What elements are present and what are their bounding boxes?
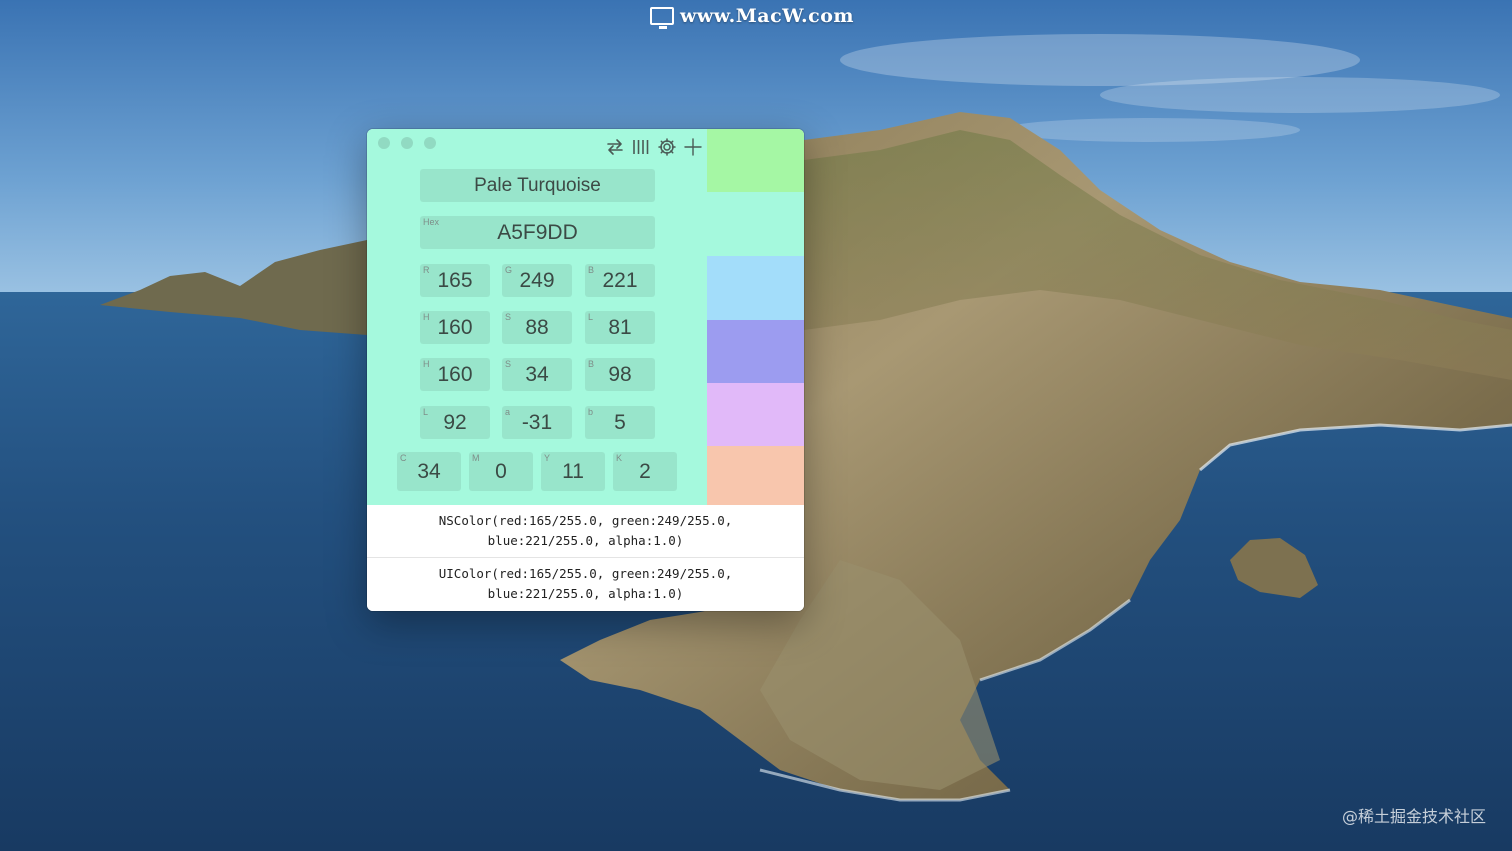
watermark-text: www.MacW.com: [680, 5, 855, 27]
hex-field[interactable]: Hex A5F9DD: [420, 216, 655, 249]
field-label: H: [423, 359, 430, 369]
field-label: b: [588, 407, 594, 417]
field-value: 88: [525, 315, 549, 339]
nscolor-code[interactable]: NSColor(red:165/255.0, green:249/255.0, …: [367, 505, 804, 557]
cmyk-key-field[interactable]: K 2: [613, 452, 677, 491]
field-value: 160: [437, 362, 473, 386]
field-label: G: [505, 265, 513, 275]
field-value: 11: [562, 459, 584, 483]
field-label: L: [588, 312, 594, 322]
site-watermark: www.MacW.com: [650, 4, 855, 29]
swatch-light-blue[interactable]: [707, 256, 804, 320]
field-label: Y: [544, 453, 551, 463]
palette-swatches: [707, 129, 804, 505]
close-window-button[interactable]: [378, 137, 390, 149]
field-value: 98: [608, 362, 632, 386]
hsl-lightness-field[interactable]: L 81: [585, 311, 655, 344]
uicolor-code[interactable]: UIColor(red:165/255.0, green:249/255.0, …: [367, 558, 804, 610]
field-value: 92: [443, 410, 467, 434]
plus-icon[interactable]: [682, 136, 704, 158]
field-label: H: [423, 312, 430, 322]
rgb-blue-field[interactable]: B 221: [585, 264, 655, 297]
zoom-window-button[interactable]: [424, 137, 436, 149]
field-value: 81: [608, 315, 632, 339]
field-label: R: [423, 265, 430, 275]
minimize-window-button[interactable]: [401, 137, 413, 149]
swap-arrows-icon[interactable]: [604, 136, 626, 158]
field-value: 5: [614, 410, 626, 434]
field-value: 221: [602, 268, 638, 292]
code-text: blue:221/255.0, alpha:1.0): [487, 586, 684, 601]
field-label: C: [400, 453, 407, 463]
color-preview-panel: Pale Turquoise Hex A5F9DD R 165 G 249 B …: [367, 129, 707, 505]
field-value: -31: [521, 410, 553, 434]
field-label: S: [505, 312, 512, 322]
field-value: 2: [639, 459, 651, 483]
field-label: K: [616, 453, 623, 463]
rgb-green-field[interactable]: G 249: [502, 264, 572, 297]
field-label: L: [423, 407, 429, 417]
cmyk-magenta-field[interactable]: M 0: [469, 452, 533, 491]
field-value: 0: [495, 459, 507, 483]
field-value: 34: [525, 362, 549, 386]
hex-label: Hex: [423, 217, 440, 227]
rgb-red-field[interactable]: R 165: [420, 264, 490, 297]
gear-icon[interactable]: [656, 136, 678, 158]
field-value: 165: [437, 268, 473, 292]
code-text: NSColor(red:165/255.0, green:249/255.0,: [438, 513, 733, 528]
columns-icon[interactable]: [630, 136, 652, 158]
field-label: M: [472, 453, 480, 463]
color-name-value: Pale Turquoise: [474, 174, 601, 196]
monitor-icon: [650, 7, 674, 29]
hsb-saturation-field[interactable]: S 34: [502, 358, 572, 391]
swatch-green[interactable]: [707, 129, 804, 192]
swatch-turquoise-selected[interactable]: [707, 192, 804, 256]
field-value: 249: [519, 268, 555, 292]
swatch-periwinkle[interactable]: [707, 320, 804, 383]
lab-a-field[interactable]: a -31: [502, 406, 572, 439]
field-value: 160: [437, 315, 473, 339]
hex-value: A5F9DD: [497, 220, 578, 244]
corner-watermark: @稀土掘金技术社区: [1341, 807, 1486, 826]
field-value: 34: [417, 459, 441, 483]
cmyk-cyan-field[interactable]: C 34: [397, 452, 461, 491]
hsb-brightness-field[interactable]: B 98: [585, 358, 655, 391]
cmyk-yellow-field[interactable]: Y 11: [541, 452, 605, 491]
field-label: S: [505, 359, 512, 369]
field-label: B: [588, 359, 595, 369]
code-text: blue:221/255.0, alpha:1.0): [487, 533, 684, 548]
hsb-hue-field[interactable]: H 160: [420, 358, 490, 391]
hsl-saturation-field[interactable]: S 88: [502, 311, 572, 344]
swatch-lavender[interactable]: [707, 383, 804, 446]
swatch-peach[interactable]: [707, 446, 804, 505]
color-name-field[interactable]: Pale Turquoise: [420, 169, 655, 202]
code-output-area: NSColor(red:165/255.0, green:249/255.0, …: [367, 505, 804, 611]
code-text: UIColor(red:165/255.0, green:249/255.0,: [438, 566, 733, 581]
color-picker-window: Pale Turquoise Hex A5F9DD R 165 G 249 B …: [367, 129, 804, 611]
lab-b-field[interactable]: b 5: [585, 406, 655, 439]
lab-l-field[interactable]: L 92: [420, 406, 490, 439]
hsl-hue-field[interactable]: H 160: [420, 311, 490, 344]
field-label: a: [505, 407, 511, 417]
field-label: B: [588, 265, 595, 275]
